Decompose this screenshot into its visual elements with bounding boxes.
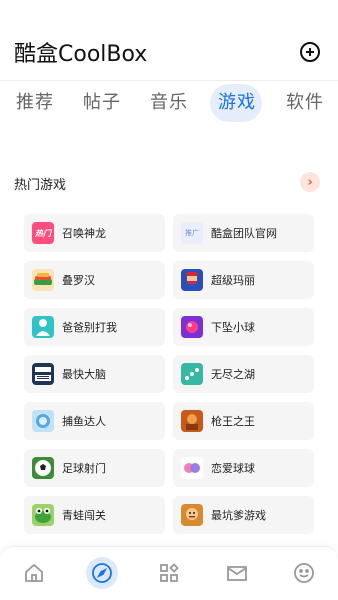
brain-icon	[32, 363, 54, 385]
tab-music[interactable]: 音乐	[150, 88, 188, 114]
game-name: 最快大脑	[62, 368, 106, 381]
gunner-icon	[181, 410, 203, 432]
game-name: 酷盒团队官网	[211, 227, 277, 240]
game-name: 爸爸别打我	[62, 321, 117, 334]
game-name: 捕鱼达人	[62, 415, 106, 428]
tab-software[interactable]: 软件	[286, 88, 324, 114]
game-name: 召唤神龙	[62, 227, 106, 240]
icon-badge-text: 推广	[185, 229, 199, 237]
game-name: 超级玛丽	[211, 274, 255, 287]
add-button[interactable]	[300, 42, 320, 62]
dragon-icon: 热门	[32, 222, 54, 244]
game-name: 枪王之王	[211, 415, 255, 428]
tab-bar: 推荐 帖子 音乐 游戏 软件	[0, 84, 338, 124]
game-name: 无尽之湖	[211, 368, 255, 381]
game-card[interactable]: 足球射门	[24, 449, 165, 487]
fish-icon	[32, 410, 54, 432]
game-card[interactable]: 枪王之王	[173, 402, 314, 440]
mail-icon[interactable]	[225, 561, 249, 585]
lake-icon	[181, 363, 203, 385]
love-ball-icon	[181, 457, 203, 479]
game-card[interactable]: 无尽之湖	[173, 355, 314, 393]
dad-icon	[32, 316, 54, 338]
troll-icon	[181, 504, 203, 526]
app: 酷盒CoolBox 推荐 帖子 音乐 游戏 软件 热门游戏 › 热门 召唤神龙 …	[0, 0, 338, 600]
game-name: 最坑爹游戏	[211, 509, 266, 522]
game-card[interactable]: 叠罗汉	[24, 261, 165, 299]
chevron-right-icon[interactable]: ›	[300, 172, 320, 192]
game-card[interactable]: 下坠小球	[173, 308, 314, 346]
section-title: 热门游戏	[14, 178, 67, 193]
game-card[interactable]: 热门 召唤神龙	[24, 214, 165, 252]
soccer-icon	[32, 457, 54, 479]
ball-fall-icon	[181, 316, 203, 338]
home-icon[interactable]	[22, 561, 46, 585]
header: 酷盒CoolBox	[0, 0, 338, 80]
game-card[interactable]: 捕鱼达人	[24, 402, 165, 440]
game-card[interactable]: 超级玛丽	[173, 261, 314, 299]
game-name: 足球射门	[62, 462, 106, 475]
frog-icon	[32, 504, 54, 526]
game-name: 恋爱球球	[211, 462, 255, 475]
apps-icon[interactable]	[157, 561, 181, 585]
game-card[interactable]: 青蛙闯关	[24, 496, 165, 534]
promo-icon: 推广	[181, 222, 203, 244]
game-card[interactable]: 推广 酷盒团队官网	[173, 214, 314, 252]
watermelon-icon	[32, 269, 54, 291]
bottom-nav	[0, 546, 338, 600]
game-name: 叠罗汉	[62, 274, 95, 287]
game-name: 下坠小球	[211, 321, 255, 334]
app-title: 酷盒CoolBox	[14, 42, 148, 67]
mario-icon	[181, 269, 203, 291]
icon-badge-text: 热门	[35, 228, 51, 238]
game-name: 青蛙闯关	[62, 509, 106, 522]
compass-icon[interactable]	[90, 561, 114, 585]
tab-games[interactable]: 游戏	[218, 88, 256, 114]
game-card[interactable]: 恋爱球球	[173, 449, 314, 487]
game-card[interactable]: 最坑爹游戏	[173, 496, 314, 534]
header-divider	[0, 80, 338, 81]
smile-icon[interactable]	[292, 561, 316, 585]
game-card[interactable]: 爸爸别打我	[24, 308, 165, 346]
tab-recommend[interactable]: 推荐	[16, 88, 54, 114]
tab-posts[interactable]: 帖子	[83, 88, 121, 114]
game-card[interactable]: 最快大脑	[24, 355, 165, 393]
